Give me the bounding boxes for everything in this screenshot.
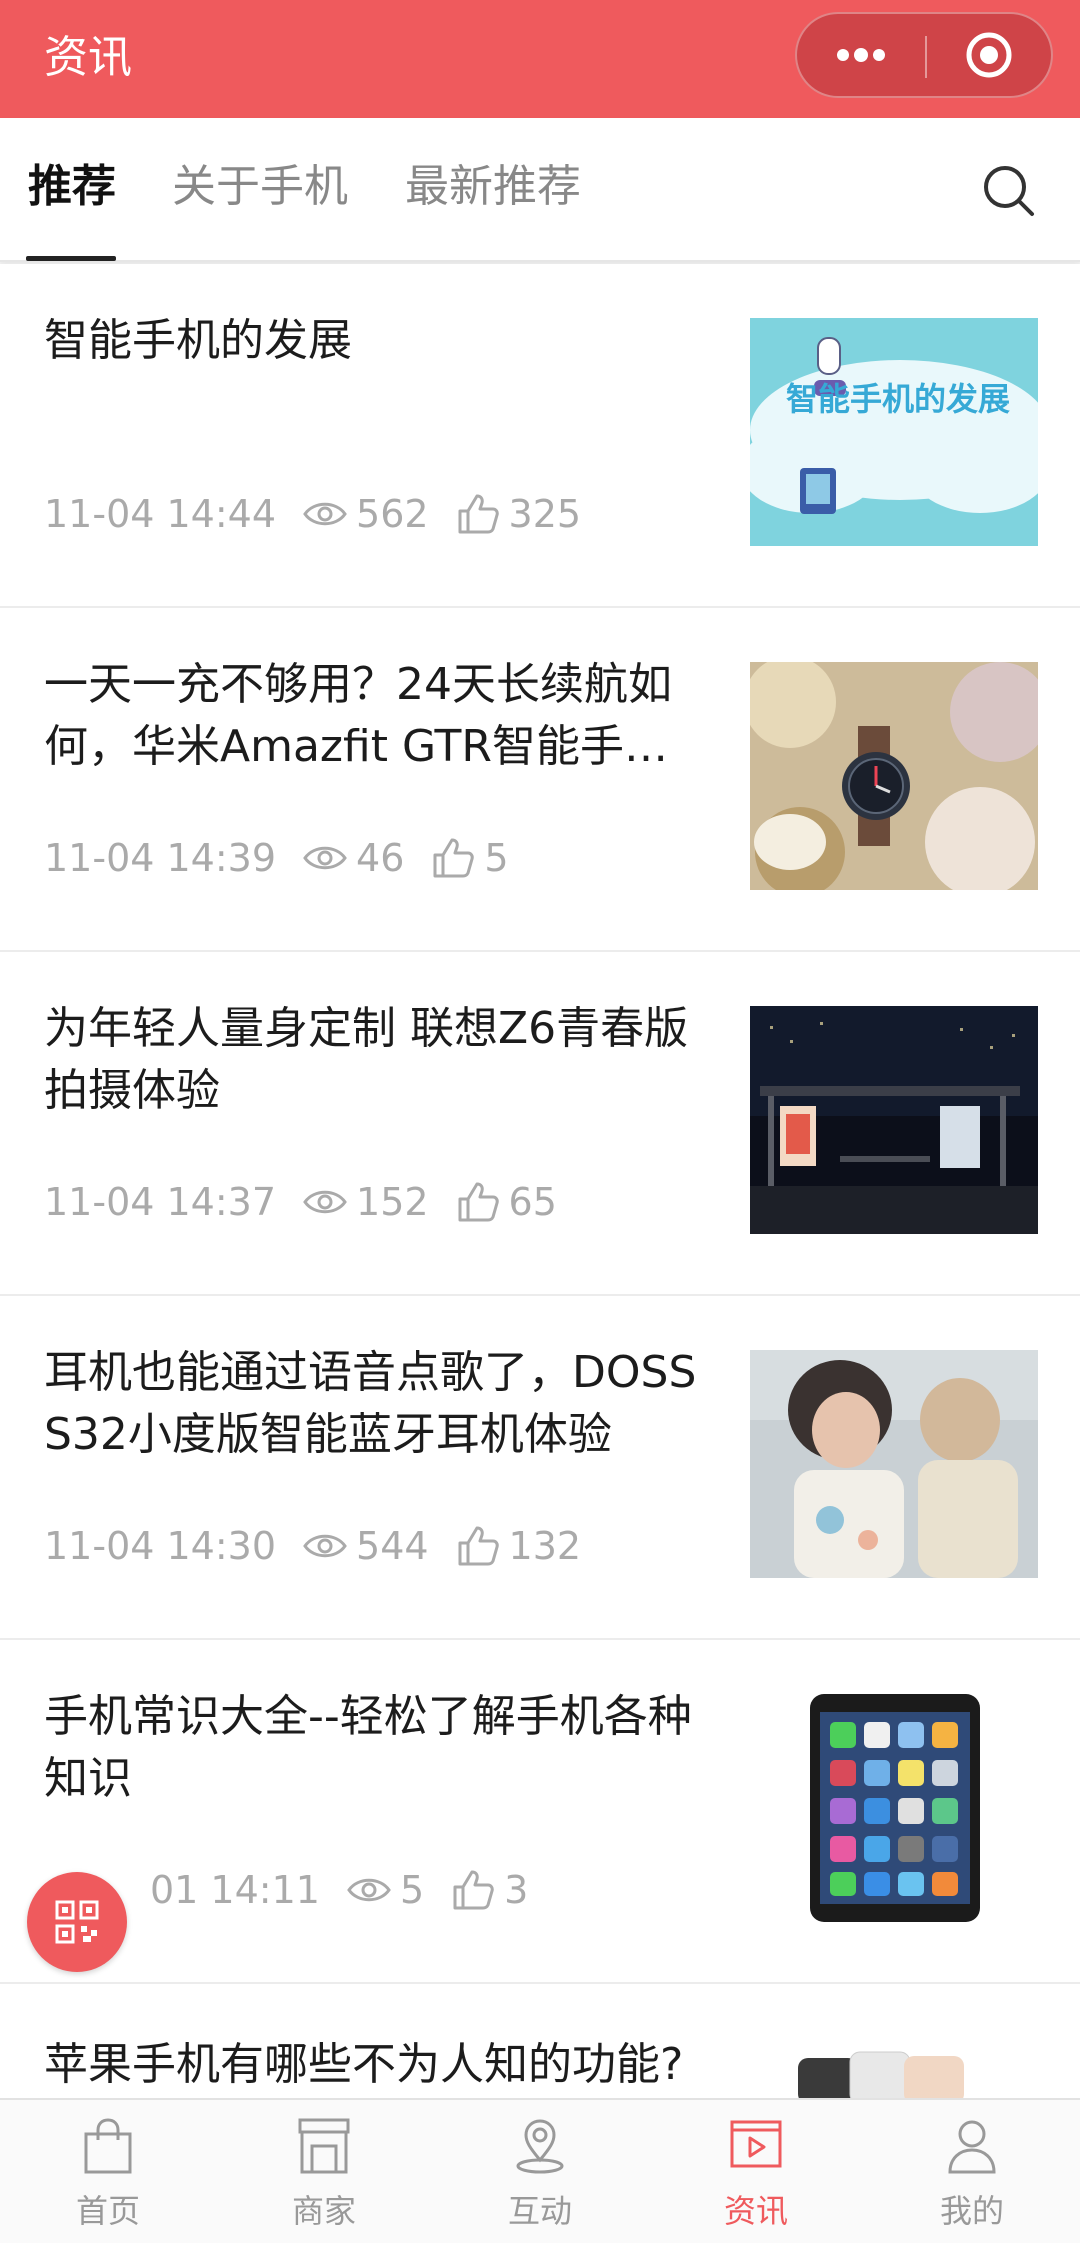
nav-news[interactable]: 资讯	[648, 2100, 864, 2243]
article-meta: 11-04 14:39 46 5	[44, 830, 535, 886]
nav-label: 互动	[507, 2192, 572, 2230]
article-title: 手机常识大全--轻松了解手机各种知识	[44, 1691, 692, 1804]
article-meta: 01 14:11 5 3	[150, 1862, 554, 1918]
active-tab-indicator	[26, 256, 116, 261]
qr-code-button[interactable]	[27, 1872, 127, 1972]
thumbs-up-icon	[458, 1526, 499, 1566]
search-button[interactable]	[978, 160, 1040, 222]
article-date: 11-04 14:39	[44, 836, 277, 880]
article-thumbnail	[750, 1006, 1038, 1234]
view-count: 544	[356, 1524, 429, 1568]
thumb-text: 智能手机的发展	[786, 380, 1010, 418]
article-item[interactable]: 一天一充不够用？24天长续航如何，华米Amazfit GTR智能手表… 11-0…	[0, 608, 1080, 952]
bottom-tab-bar: 首页 商家 互动 资讯 我的	[0, 2098, 1080, 2243]
article-date: 11-04 14:44	[44, 492, 277, 536]
article-thumbnail	[750, 2048, 1038, 2104]
article-date: 01 14:11	[150, 1868, 320, 1912]
video-play-icon	[730, 2120, 782, 2168]
user-icon	[948, 2120, 996, 2174]
like-count: 65	[508, 1180, 557, 1224]
article-item[interactable]: 手机常识大全--轻松了解手机各种知识 01 14:11 5 3	[0, 1640, 1080, 1984]
thumbs-up-icon	[433, 838, 475, 878]
view-count: 152	[356, 1180, 429, 1224]
like-count: 132	[508, 1524, 582, 1568]
eye-icon	[347, 1878, 391, 1902]
article-thumbnail	[750, 1694, 1038, 1922]
article-item[interactable]: 为年轻人量身定制 联想Z6青春版拍摄体验 11-04 14:37 152 65	[0, 952, 1080, 1296]
nav-label: 首页	[75, 2192, 140, 2230]
article-meta: 11-04 14:37 152 65	[44, 1174, 583, 1230]
thumbs-up-icon	[458, 1182, 499, 1222]
eye-icon	[303, 1534, 347, 1558]
nav-label: 商家	[291, 2192, 356, 2230]
category-tabs: 推荐 关于手机 最新推荐	[0, 118, 1080, 262]
nav-interact[interactable]: 互动	[432, 2100, 648, 2243]
map-pin-icon	[516, 2119, 564, 2174]
article-item[interactable]: 智能手机的发展 11-04 14:44 562 325 智能手机的发展	[0, 264, 1080, 608]
mini-program-capsule	[795, 12, 1053, 98]
view-count: 562	[356, 492, 429, 536]
nav-home[interactable]: 首页	[0, 2100, 216, 2243]
close-button[interactable]	[927, 14, 1051, 96]
article-list: 智能手机的发展 11-04 14:44 562 325 智能手机的发展 一天一充	[0, 264, 1080, 2104]
thumbs-up-icon	[458, 494, 499, 534]
nav-mine[interactable]: 我的	[864, 2100, 1080, 2243]
tab-recommend[interactable]: 推荐	[28, 158, 116, 216]
article-item[interactable]: 耳机也能通过语音点歌了，DOSS S32小度版智能蓝牙耳机体验 11-04 14…	[0, 1296, 1080, 1640]
view-count: 5	[399, 1868, 425, 1912]
nav-merchants[interactable]: 商家	[216, 2100, 432, 2243]
article-title: 耳机也能通过语音点歌了，DOSS S32小度版智能蓝牙耳机体验	[44, 1347, 697, 1460]
nav-label: 资讯	[723, 2192, 788, 2230]
article-thumbnail	[750, 662, 1038, 890]
like-count: 3	[504, 1868, 529, 1912]
eye-icon	[303, 502, 347, 526]
search-icon	[984, 166, 1034, 216]
article-title: 苹果手机有哪些不为人知的功能?	[44, 2039, 684, 2090]
article-date: 11-04 14:30	[44, 1524, 277, 1568]
article-meta: 11-04 14:30 544 132	[44, 1518, 607, 1574]
close-target-icon	[966, 32, 1012, 78]
thumbs-up-icon	[453, 1870, 494, 1910]
more-button[interactable]	[797, 14, 925, 96]
tab-latest[interactable]: 最新推荐	[405, 158, 581, 216]
more-dots-icon	[837, 48, 885, 62]
qr-code-icon	[55, 1900, 99, 1944]
article-title: 为年轻人量身定制 联想Z6青春版拍摄体验	[44, 1003, 689, 1116]
eye-icon	[303, 846, 347, 870]
article-item[interactable]: 苹果手机有哪些不为人知的功能?	[0, 1984, 1080, 2104]
article-date: 11-04 14:37	[44, 1180, 277, 1224]
page-title: 资讯	[44, 32, 132, 83]
article-title: 一天一充不够用？24天长续航如何，华米Amazfit GTR智能手表…	[44, 659, 672, 772]
eye-icon	[303, 1190, 347, 1214]
article-thumbnail	[750, 1350, 1038, 1578]
article-meta: 11-04 14:44 562 325	[44, 486, 607, 542]
like-count: 5	[484, 836, 509, 880]
bag-icon	[84, 2118, 132, 2174]
nav-label: 我的	[939, 2192, 1004, 2230]
header-bar: 资讯	[0, 0, 1080, 118]
view-count: 46	[356, 836, 405, 880]
tab-about-phone[interactable]: 关于手机	[172, 158, 348, 216]
article-thumbnail: 智能手机的发展	[750, 318, 1038, 546]
like-count: 325	[508, 492, 582, 536]
store-icon	[298, 2118, 350, 2174]
article-title: 智能手机的发展	[44, 315, 352, 366]
